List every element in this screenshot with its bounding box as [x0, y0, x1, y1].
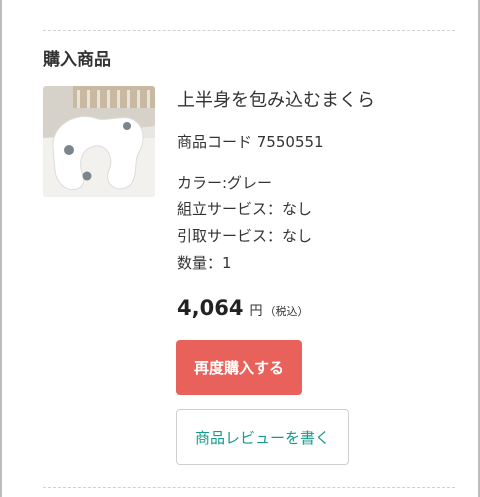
product-price: 4,064 円（税込） — [177, 294, 308, 326]
section-divider-bottom — [43, 487, 455, 488]
pillow-image — [43, 86, 155, 197]
price-amount: 4,064 — [177, 296, 244, 320]
section-divider-top — [43, 30, 455, 31]
assembly-service: 組立サービス：なし — [177, 200, 313, 218]
price-unit: 円 — [249, 304, 263, 319]
product-quantity: 数量：1 — [177, 254, 232, 272]
frame-border-left — [0, 0, 2, 497]
price-tax-note: （税込） — [264, 305, 309, 318]
write-review-button[interactable]: 商品レビューを書く — [176, 409, 349, 465]
reorder-button[interactable]: 再度購入する — [176, 340, 302, 395]
pickup-service: 引取サービス：なし — [177, 227, 313, 245]
product-thumbnail[interactable] — [43, 86, 155, 197]
section-title: 購入商品 — [43, 50, 111, 70]
product-code: 商品コード 7550551 — [177, 133, 324, 151]
product-name[interactable]: 上半身を包み込むまくら — [177, 89, 375, 113]
product-color: カラー:グレー — [177, 174, 273, 192]
